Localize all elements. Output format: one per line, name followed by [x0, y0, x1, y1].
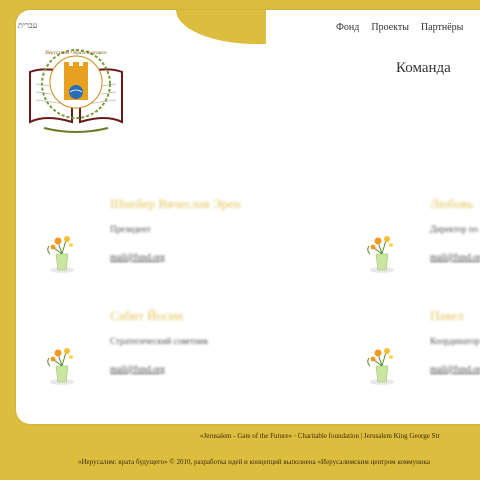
nav-item-fund[interactable]: Фонд [336, 22, 359, 33]
header-curve-decoration [176, 10, 266, 44]
member-role: Президент [110, 224, 151, 234]
page: עברית Фонд Проекты Партнёры Команда Иеру… [0, 0, 480, 480]
member-name: Любовь [430, 196, 474, 211]
member-email-link[interactable]: mail@fund.org [110, 364, 165, 374]
flower-vase-icon [47, 236, 74, 273]
language-link-hebrew[interactable]: עברית [18, 21, 37, 30]
member-role: Координатор [430, 336, 480, 346]
foundation-logo[interactable]: Иерусалим • Врата будущего [24, 44, 128, 134]
member-email-link[interactable]: mail@fund.org [430, 364, 480, 374]
footer-line-english: «Jerusalem - Gate of the Future» · Chari… [200, 432, 440, 440]
flower-vase-icon [367, 236, 394, 273]
member-role: Стратегический советник [110, 336, 209, 346]
top-navigation: Фонд Проекты Партнёры [336, 22, 463, 33]
member-name: Павел [430, 308, 464, 323]
page-title: Команда [396, 60, 451, 76]
footer-line-copyright: «Иерусалим: врата будущего» © 2010, разр… [78, 458, 430, 466]
nav-item-projects[interactable]: Проекты [371, 22, 409, 33]
logo-ring-text: Иерусалим • Врата будущего [45, 51, 107, 56]
member-email-link[interactable]: mail@fund.org [430, 252, 480, 262]
flower-vase-icon [47, 348, 74, 385]
member-name: Сабит Йосин [110, 308, 183, 323]
member-email-link[interactable]: mail@fund.org [110, 252, 165, 262]
nav-item-partners[interactable]: Партнёры [421, 22, 463, 33]
flower-vase-icon [367, 348, 394, 385]
member-name: Шнейер Вячеслав Эрен [110, 196, 241, 211]
member-role: Директор по [430, 224, 479, 234]
